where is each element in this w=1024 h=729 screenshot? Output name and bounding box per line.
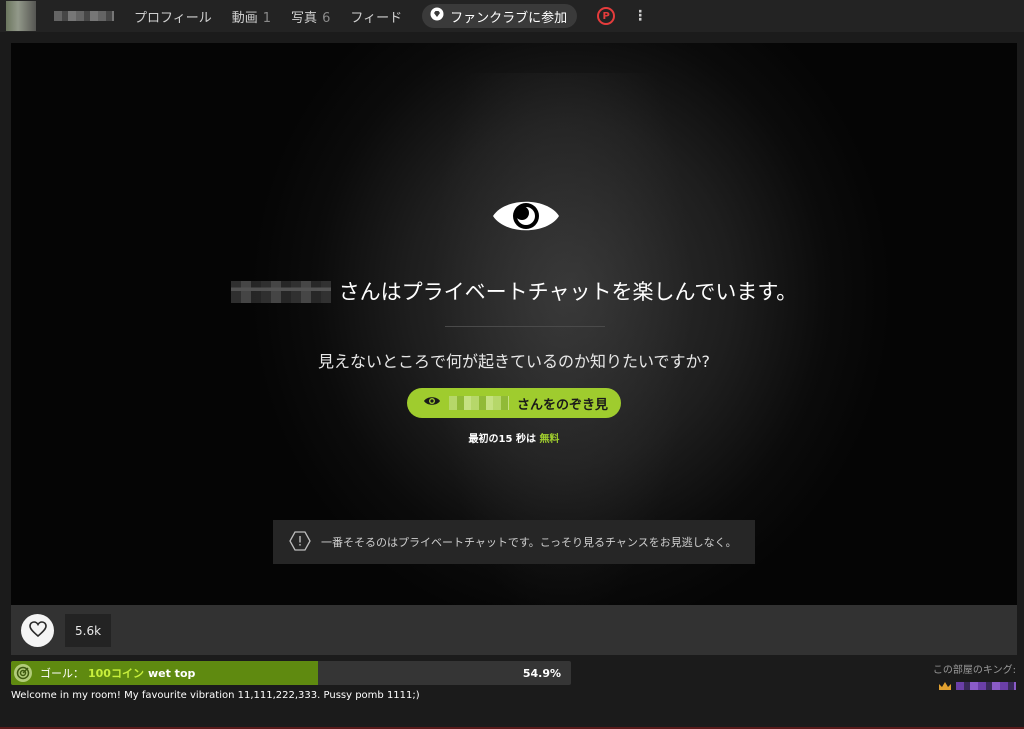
- nav-videos-count: 1: [262, 10, 272, 26]
- private-show-overlay: さんはプライベートチャットを楽しんでいます。 見えないところで何が起きているのか…: [11, 43, 1017, 605]
- diamond-icon: [430, 7, 444, 25]
- alert-hexagon-icon: [289, 530, 311, 554]
- eye-icon: [423, 395, 441, 411]
- performer-name-redacted: [230, 281, 331, 303]
- nav-photos[interactable]: 写真 6: [291, 7, 330, 26]
- avatar[interactable]: [6, 1, 36, 31]
- king-name-redacted: [956, 681, 1016, 690]
- nav-feed[interactable]: フィード: [350, 7, 402, 26]
- private-chat-headline: さんはプライベートチャットを楽しんでいます。: [11, 276, 1017, 306]
- free-note-highlight: 無料: [539, 434, 560, 445]
- heart-icon: [28, 620, 47, 641]
- more-vertical-icon[interactable]: ⋮: [633, 9, 647, 23]
- goal-amount: 100コイン: [88, 667, 144, 680]
- headline-text: さんはプライベートチャットを楽しんでいます。: [338, 280, 798, 304]
- free-note-prefix: 最初の15 秒は: [468, 434, 536, 445]
- goal-text: ゴール： 100コイン wet top: [40, 661, 195, 685]
- spy-button-label: さんをのぞき見: [517, 397, 609, 413]
- performer-name-redacted: [449, 396, 509, 410]
- peek-question: 見えないところで何が起きているのか知りたいですか?: [317, 352, 710, 371]
- info-banner-text: 一番そそるのはプライベートチャットです。こっそり見るチャンスをお見逃しなく。: [321, 536, 737, 549]
- target-icon: [14, 664, 32, 682]
- eye-icon: [491, 193, 561, 239]
- join-fanclub-label: ファンクラブに参加: [450, 10, 568, 26]
- like-button[interactable]: [21, 614, 54, 647]
- free-seconds-note: 最初の15 秒は 無料: [11, 430, 1017, 445]
- room-king[interactable]: [938, 676, 1016, 695]
- join-fanclub-button[interactable]: ファンクラブに参加: [422, 4, 578, 28]
- goal-progress-bar: ゴール： 100コイン wet top 54.9%: [11, 661, 571, 685]
- nav-profile[interactable]: プロフィール: [134, 7, 212, 26]
- room-subject: Welcome in my room! My favourite vibrati…: [11, 690, 420, 701]
- top-bar: プロフィール 動画 1 写真 6 フィード ファンクラブに参加 P ⋮: [0, 0, 1024, 32]
- spy-button[interactable]: さんをのぞき見: [407, 388, 621, 418]
- reaction-bar: 5.6k: [11, 605, 1017, 655]
- nav-photos-count: 6: [322, 10, 331, 26]
- nav-videos-label: 動画: [231, 10, 258, 26]
- ticket-icon[interactable]: P: [597, 7, 616, 25]
- nav-videos[interactable]: 動画 1: [232, 7, 271, 26]
- crown-icon: [938, 676, 952, 695]
- room-king-label: この部屋のキング:: [932, 665, 1016, 676]
- profile-nav: プロフィール 動画 1 写真 6 フィード: [134, 7, 402, 26]
- like-count: 5.6k: [65, 614, 112, 647]
- goal-subject: wet top: [147, 666, 196, 680]
- goal-label: ゴール：: [40, 667, 84, 680]
- goal-percent: 54.9%: [522, 666, 561, 680]
- username-redacted: [54, 11, 114, 21]
- divider: [445, 326, 605, 327]
- info-banner: 一番そそるのはプライベートチャットです。こっそり見るチャンスをお見逃しなく。: [273, 520, 755, 564]
- nav-photos-label: 写真: [291, 10, 318, 26]
